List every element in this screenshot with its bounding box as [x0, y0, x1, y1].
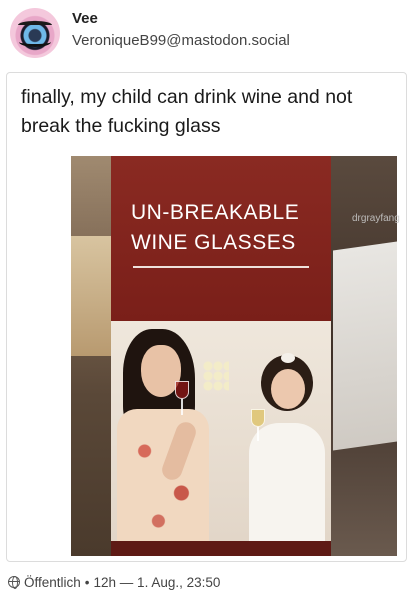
- author-display-name[interactable]: Vee: [72, 10, 98, 27]
- red-wine-glass: [175, 381, 189, 399]
- globe-icon: [8, 576, 20, 589]
- visibility-label: Öffentlich: [24, 574, 81, 590]
- image-paper: [333, 241, 397, 451]
- image-cloth: [71, 236, 115, 356]
- white-wine-glass: [251, 409, 265, 427]
- post-text: finally, my child can drink wine and not…: [21, 86, 353, 137]
- flowers: [203, 361, 229, 391]
- post-image[interactable]: UN-BREAKABLE WINE GLASSES: [71, 156, 397, 556]
- post-header: Vee VeroniqueB99@mastodon.social: [0, 0, 413, 66]
- avatar[interactable]: [10, 8, 60, 58]
- post-footer: Öffentlich • 12h — 1. Aug., 23:50: [8, 572, 220, 592]
- post-card: finally, my child can drink wine and not…: [6, 72, 407, 562]
- footer-separator: •: [84, 574, 90, 590]
- girl-hair-bow: [281, 353, 295, 363]
- image-watermark: drgrayfang: [352, 213, 400, 224]
- red-wine-glass-stem: [181, 399, 183, 415]
- box-base: [111, 541, 331, 556]
- box-photo-panel: [111, 321, 331, 541]
- girl-dress: [249, 423, 325, 541]
- white-wine-glass-stem: [257, 427, 259, 441]
- box-title: UN-BREAKABLE WINE GLASSES: [131, 201, 300, 254]
- author-handle[interactable]: VeroniqueB99@mastodon.social: [72, 32, 290, 49]
- box-rule: [133, 266, 309, 268]
- avatar-lash: [19, 37, 51, 47]
- box-top-panel: UN-BREAKABLE WINE GLASSES: [111, 156, 331, 321]
- avatar-brow: [18, 21, 52, 29]
- product-box: UN-BREAKABLE WINE GLASSES: [111, 156, 331, 556]
- post-timestamp[interactable]: 12h — 1. Aug., 23:50: [94, 575, 221, 590]
- girl-face: [271, 369, 305, 409]
